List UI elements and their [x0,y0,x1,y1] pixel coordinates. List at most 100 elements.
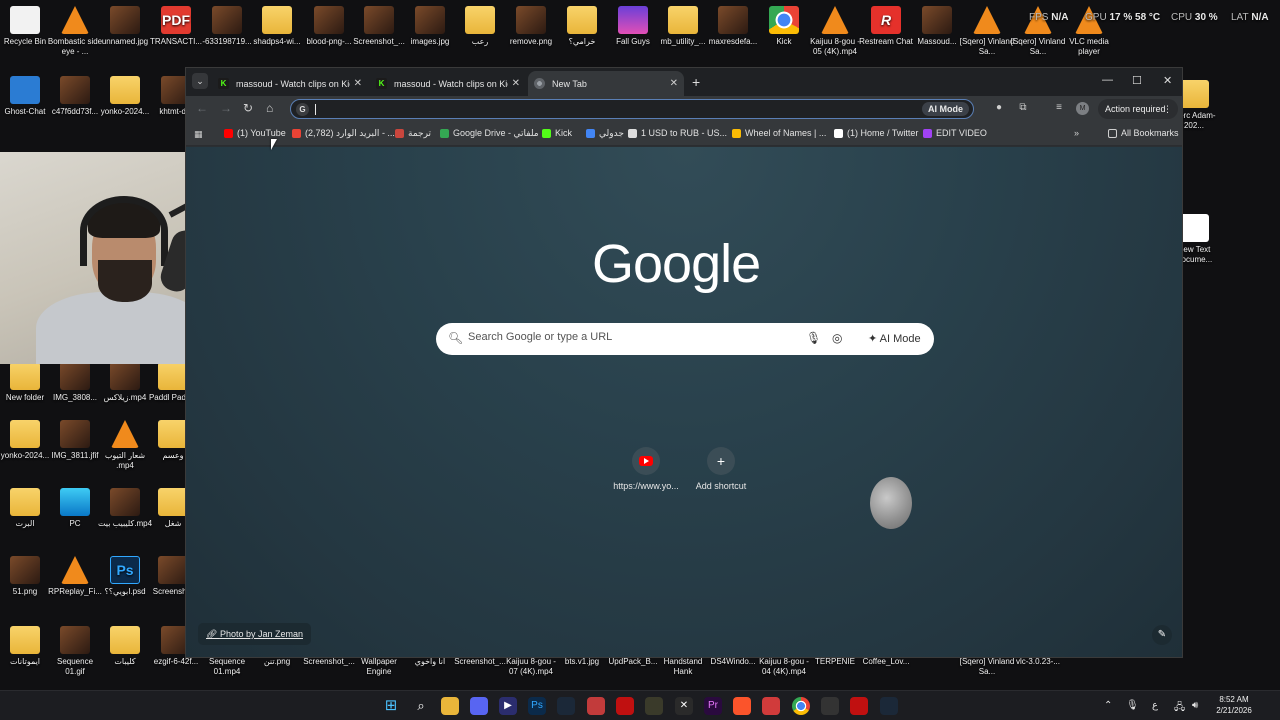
bookmark-item[interactable]: 1 USD to RUB - US... [628,128,727,138]
customize-pencil-icon[interactable]: ✎ [1152,625,1172,645]
terminal-icon[interactable]: ✕ [675,697,693,715]
obs-icon[interactable] [821,697,839,715]
minimize-icon[interactable]: — [1102,74,1113,86]
tab-kick-2[interactable]: K massoud - Watch clips on Kick ✕ [370,71,526,96]
tab-kick-1[interactable]: K massoud - Watch clips on Kick ✕ [212,71,368,96]
add-shortcut-button[interactable]: + Add shortcut [682,447,760,491]
search-icon[interactable]: ⌕ [412,697,430,715]
puzzle-icon[interactable]: ⧉ [1016,101,1030,115]
photo-credit-link[interactable]: 🔗︎ Photo by Jan Zeman [198,623,311,645]
desktop-icon[interactable]: mb_utility_... [655,6,711,47]
desktop-icon[interactable]: Recycle Bin [0,6,53,47]
shortcut-youtube[interactable]: https://www.yo... [607,447,685,491]
more-vert-icon[interactable]: ⋮ [1163,99,1172,119]
desktop-icon[interactable]: remove.png [503,6,559,47]
avatar[interactable]: M [1076,102,1089,115]
desktop-icon[interactable]: Fall Guys [605,6,661,47]
chevron-up-icon[interactable]: ⌃ [1104,700,1112,711]
ntp-search-input[interactable] [468,331,798,343]
desktop-icon[interactable]: c47f6dd73f... [47,76,103,117]
ai-mode-button[interactable]: ✦ AI Mode [860,329,929,349]
close-window-icon[interactable]: ✕ [1163,74,1172,87]
microphone-icon[interactable]: 🎙︎ [1126,700,1139,711]
desktop-icon[interactable]: Kick [756,6,812,47]
bookmark-item[interactable]: ترجمة [395,128,431,139]
address-input[interactable] [313,102,913,117]
desktop-icon[interactable]: Bombastic side eye - ... [47,6,103,57]
app-red-2-icon[interactable] [850,697,868,715]
bookmark-item[interactable]: Wheel of Names | ... [732,128,826,138]
photoshop-icon[interactable]: Ps [528,697,546,715]
extension-icon[interactable]: ● [992,101,1006,115]
windows-start-icon[interactable]: ⊞ [382,697,400,715]
close-icon[interactable]: ✕ [512,78,520,89]
new-tab-button[interactable]: + [692,74,700,90]
back-icon[interactable]: ← [196,101,208,115]
desktop-icon[interactable]: Ghost-Chat [0,76,53,117]
media-player-icon[interactable]: ▶ [499,697,517,715]
close-icon[interactable]: ✕ [354,78,362,89]
desktop-icon[interactable]: رعب [452,6,508,47]
bookmark-item[interactable]: (1) YouTube [224,128,286,138]
apps-grid-icon[interactable]: ▦ [194,129,204,139]
brave-icon[interactable] [733,697,751,715]
desktop-icon[interactable]: R Restream Chat [858,6,914,47]
bookmark-item[interactable]: جدولي [586,128,624,139]
desktop-icon[interactable]: Sequence 01.gif [47,626,103,677]
desktop-icon[interactable]: maxresdefa... [705,6,761,47]
language-indicator[interactable]: ع [1152,700,1158,711]
home-icon[interactable]: ⌂ [266,101,273,115]
desktop-icon[interactable]: RPReplay_Fi... [47,556,103,597]
volume-icon[interactable]: 🔊︎ [1192,700,1198,711]
bookmark-item[interactable]: Google Drive - ملفاتي [440,128,539,139]
desktop-icon[interactable]: PDF TRANSACTI... [148,6,204,47]
desktop-icon[interactable]: shadps4-wi... [249,6,305,47]
microphone-icon[interactable]: 🎙︎ [806,331,821,345]
desktop-icon[interactable]: 51.png [0,556,53,597]
reload-icon[interactable]: ↻ [243,101,253,115]
chrome-icon[interactable] [792,697,810,715]
bookmark-item[interactable]: EDIT VIDEO [923,128,987,138]
network-icon[interactable]: 🖧︎ [1174,700,1185,717]
address-bar[interactable]: G AI Mode [290,99,974,119]
desktop-icon[interactable]: IMG_3808... [47,362,103,403]
clock[interactable]: 8:52 AM 2/21/2026 [1212,694,1256,716]
file-explorer-icon[interactable] [441,697,459,715]
action-required-button[interactable]: Action required ⋮ [1098,99,1178,119]
desktop-icon[interactable]: Kaijuu 8-gou - 05 (4K).mp4 [807,6,863,57]
desktop-icon[interactable]: images.jpg [402,6,458,47]
premiere-icon[interactable]: Pr [704,697,722,715]
acrobat-icon[interactable] [762,697,780,715]
bookmark-item[interactable]: Kick [542,128,572,138]
desktop-icon[interactable]: unnamed.jpg [97,6,153,47]
discord-icon[interactable] [470,697,488,715]
desktop-icon[interactable]: IMG_3811.jfif [47,420,103,461]
chevron-right-icon[interactable]: » [1074,128,1079,138]
forward-icon[interactable]: → [220,101,232,115]
desktop-icon[interactable]: البرت [0,488,53,529]
steam-2-icon[interactable] [880,697,898,715]
ntp-search-box[interactable]: 🔍︎ 🎙︎ ◎ ✦ AI Mode [436,323,934,355]
ai-mode-button[interactable]: AI Mode [922,102,969,116]
all-bookmarks-button[interactable]: All Bookmarks [1108,128,1179,138]
desktop-icon[interactable]: New folder [0,362,53,403]
desktop-icon[interactable]: yonko-2024... [0,420,53,461]
desktop-icon[interactable]: yonko-2024... [97,76,153,117]
desktop-icon[interactable]: ايموتانات [0,626,53,667]
media-control-icon[interactable]: ≡ [1052,101,1066,115]
close-icon[interactable]: ✕ [670,78,678,89]
desktop-icon[interactable]: blood-png-... [301,6,357,47]
steam-icon[interactable] [557,697,575,715]
maximize-icon[interactable]: ☐ [1132,74,1142,87]
desktop-icon[interactable]: خرامي؟ [554,6,610,47]
lens-icon[interactable]: ◎ [832,331,842,345]
bookmark-item[interactable]: (1) Home / Twitter [834,128,918,138]
bookmark-item[interactable]: (2,782) البريد الوارد - ... [292,128,395,139]
app-icon[interactable] [645,697,663,715]
tab-new-tab[interactable]: New Tab ✕ [528,71,684,96]
calendar-app-icon[interactable] [587,697,605,715]
desktop-icon[interactable]: كليبات [97,626,153,667]
desktop-icon[interactable]: [Sqero] Vinland Sa... [959,6,1015,57]
desktop-icon[interactable]: -633198719... [199,6,255,47]
desktop-icon[interactable]: Massoud... [909,6,965,47]
